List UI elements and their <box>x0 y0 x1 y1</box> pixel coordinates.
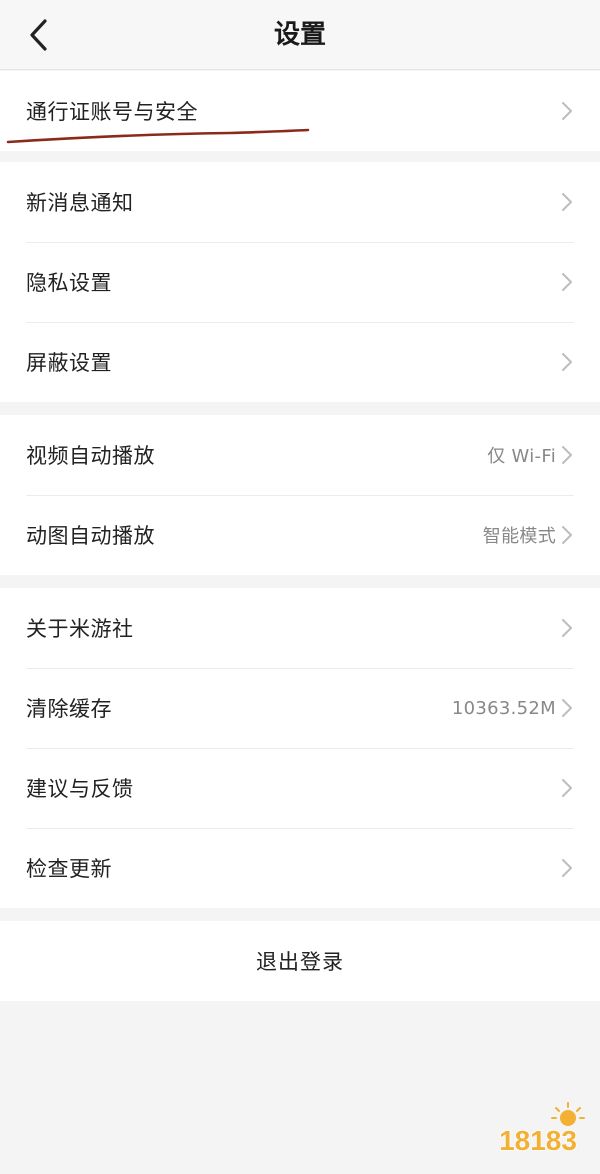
settings-item-label: 清除缓存 <box>26 697 112 721</box>
settings-screen: 设置 通行证账号与安全 新消息通知 隐私设置 屏蔽设置 视频自动播放 仅 Wi-… <box>0 0 600 1174</box>
settings-group-playback: 视频自动播放 仅 Wi-Fi 动图自动播放 智能模式 <box>0 415 600 575</box>
chevron-right-icon <box>560 444 574 466</box>
settings-item-label: 建议与反馈 <box>26 777 134 801</box>
chevron-right-icon <box>560 857 574 879</box>
settings-item-label: 关于米游社 <box>26 617 134 641</box>
settings-item-label: 屏蔽设置 <box>26 351 112 375</box>
settings-item-about[interactable]: 关于米游社 <box>0 588 600 668</box>
nav-bar: 设置 <box>0 0 600 70</box>
settings-item-label: 检查更新 <box>26 857 112 881</box>
chevron-right-icon <box>560 100 574 122</box>
settings-item-privacy[interactable]: 隐私设置 <box>0 242 600 322</box>
settings-item-clear-cache[interactable]: 清除缓存 10363.52M <box>0 668 600 748</box>
settings-item-account-security[interactable]: 通行证账号与安全 <box>0 71 600 151</box>
settings-item-value: 智能模式 <box>482 526 556 547</box>
settings-item-label: 通行证账号与安全 <box>26 100 198 124</box>
settings-group-about: 关于米游社 清除缓存 10363.52M 建议与反馈 检查更新 <box>0 588 600 908</box>
settings-item-feedback[interactable]: 建议与反馈 <box>0 748 600 828</box>
watermark-logo: 18183 <box>498 1102 585 1157</box>
sun-icon <box>551 1102 585 1126</box>
settings-item-label: 隐私设置 <box>26 271 112 295</box>
chevron-right-icon <box>560 191 574 213</box>
settings-item-label: 新消息通知 <box>26 191 134 215</box>
settings-item-gif-autoplay[interactable]: 动图自动播放 智能模式 <box>0 495 600 575</box>
settings-item-notifications[interactable]: 新消息通知 <box>0 162 600 242</box>
watermark-text: 18183 <box>499 1125 577 1156</box>
chevron-right-icon <box>560 777 574 799</box>
settings-item-value: 仅 Wi-Fi <box>487 446 556 467</box>
chevron-right-icon <box>560 271 574 293</box>
page-title: 设置 <box>273 20 326 50</box>
settings-item-check-update[interactable]: 检查更新 <box>0 828 600 908</box>
chevron-right-icon <box>560 617 574 639</box>
settings-group-privacy: 新消息通知 隐私设置 屏蔽设置 <box>0 162 600 402</box>
chevron-right-icon <box>560 524 574 546</box>
settings-item-label: 视频自动播放 <box>26 444 155 468</box>
settings-item-value: 10363.52M <box>451 697 556 719</box>
logout-button[interactable]: 退出登录 <box>0 921 600 1001</box>
settings-item-block[interactable]: 屏蔽设置 <box>0 322 600 402</box>
settings-item-label: 动图自动播放 <box>26 524 155 548</box>
chevron-right-icon <box>560 697 574 719</box>
settings-group-account: 通行证账号与安全 <box>0 71 600 151</box>
chevron-right-icon <box>560 351 574 373</box>
settings-item-video-autoplay[interactable]: 视频自动播放 仅 Wi-Fi <box>0 415 600 495</box>
